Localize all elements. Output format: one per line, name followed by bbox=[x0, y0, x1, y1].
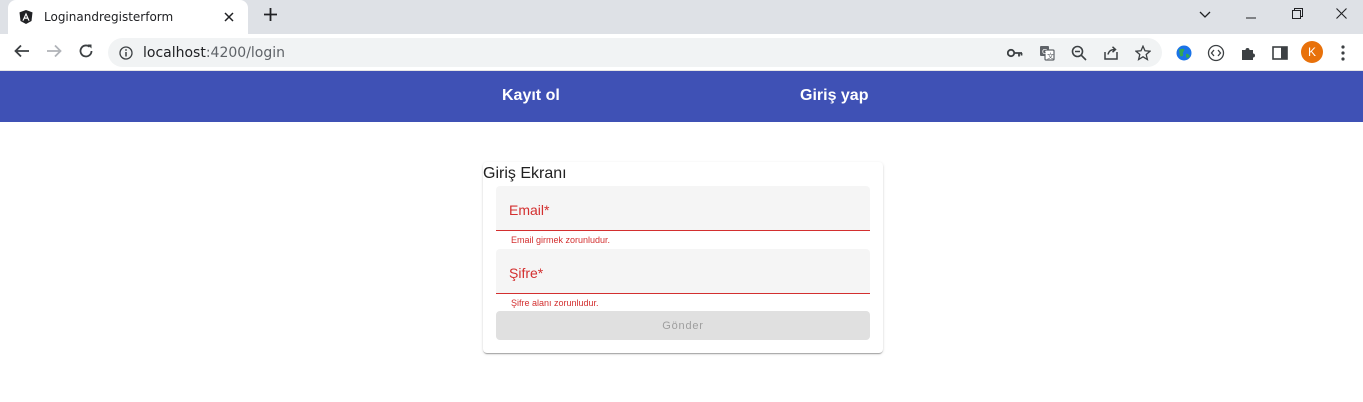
submit-button[interactable]: Gönder bbox=[496, 311, 870, 340]
globe-extension-icon[interactable] bbox=[1174, 43, 1194, 63]
address-bar[interactable]: localhost:4200/login G文 bbox=[108, 38, 1162, 67]
close-icon[interactable] bbox=[220, 8, 238, 26]
info-icon[interactable] bbox=[118, 45, 134, 61]
password-input[interactable] bbox=[496, 249, 870, 293]
zoom-out-icon[interactable] bbox=[1070, 44, 1088, 62]
side-panel-icon[interactable] bbox=[1270, 43, 1290, 63]
restore-icon bbox=[1291, 6, 1303, 24]
login-link[interactable]: Giriş yap bbox=[800, 87, 868, 105]
kebab-menu-icon[interactable] bbox=[1333, 43, 1353, 63]
key-icon[interactable] bbox=[1006, 44, 1024, 62]
email-error: Email girmek zorunludur. bbox=[511, 235, 611, 245]
minimize-icon bbox=[1246, 6, 1256, 24]
arrow-left-icon bbox=[14, 44, 30, 63]
url-text: localhost:4200/login bbox=[143, 45, 285, 61]
tab-strip: Loginandregisterform bbox=[0, 0, 1363, 34]
svg-text:文: 文 bbox=[1047, 52, 1054, 61]
reload-icon bbox=[78, 43, 94, 64]
card-title: Giriş Ekranı bbox=[483, 165, 567, 182]
close-window-button[interactable] bbox=[1318, 0, 1363, 30]
reload-button[interactable] bbox=[72, 39, 100, 67]
login-card: Giriş Ekranı Email* Email girmek zorunlu… bbox=[483, 162, 883, 353]
forward-button[interactable] bbox=[40, 39, 68, 67]
close-icon bbox=[1335, 6, 1347, 24]
share-icon[interactable] bbox=[1102, 44, 1120, 62]
restore-button[interactable] bbox=[1274, 0, 1320, 30]
register-link[interactable]: Kayıt ol bbox=[502, 87, 560, 105]
translate-icon[interactable]: G文 bbox=[1038, 44, 1056, 62]
url-path: :4200/login bbox=[205, 44, 286, 61]
password-field[interactable]: Şifre* bbox=[496, 249, 870, 294]
email-field[interactable]: Email* bbox=[496, 186, 870, 231]
avatar[interactable]: K bbox=[1301, 41, 1323, 63]
plus-icon bbox=[263, 8, 277, 26]
arrow-right-icon bbox=[46, 44, 62, 63]
code-extension-icon[interactable] bbox=[1206, 43, 1226, 63]
back-button[interactable] bbox=[8, 39, 36, 67]
minimize-button[interactable] bbox=[1228, 0, 1274, 30]
url-host: localhost bbox=[143, 44, 206, 61]
email-input[interactable] bbox=[496, 186, 870, 230]
tab-title: Loginandregisterform bbox=[44, 10, 174, 24]
star-icon[interactable] bbox=[1134, 44, 1152, 62]
browser-toolbar: localhost:4200/login G文 K bbox=[0, 34, 1363, 71]
password-error: Şifre alanı zorunludur. bbox=[511, 298, 599, 308]
puzzle-icon[interactable] bbox=[1238, 43, 1258, 63]
angular-icon bbox=[18, 9, 34, 25]
browser-tab[interactable]: Loginandregisterform bbox=[8, 0, 248, 34]
tab-search-button[interactable] bbox=[1182, 0, 1228, 30]
new-tab-button[interactable] bbox=[258, 6, 282, 28]
app-navbar: Kayıt ol Giriş yap bbox=[0, 71, 1363, 122]
chevron-down-icon bbox=[1199, 6, 1211, 24]
